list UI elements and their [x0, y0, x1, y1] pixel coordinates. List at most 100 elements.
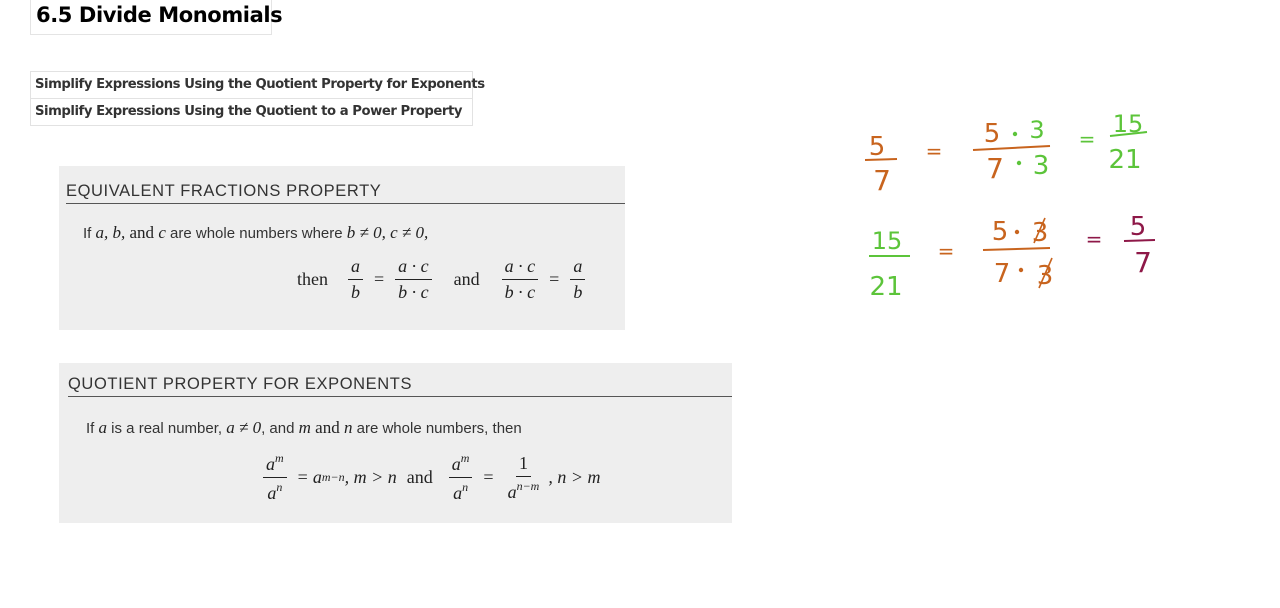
page-title-box: 6.5 Divide Monomials — [30, 0, 283, 35]
hw-equals: = — [926, 139, 943, 163]
fraction-am-over-an-2: am an — [448, 451, 473, 504]
text-then: then — [297, 269, 328, 289]
equivalent-fractions-box: EQUIVALENT FRACTIONS PROPERTY If a, b, a… — [59, 166, 625, 330]
condition-m-gt-n: , m > n — [344, 467, 397, 487]
hw-5: 5 — [984, 119, 1001, 149]
exponent: m — [275, 451, 284, 465]
quotient-property-formula: am an = a m−n , m > n and am an = 1 an−m … — [257, 451, 601, 504]
hw-3: 3 — [1032, 218, 1049, 248]
fraction-1-over-a-n-minus-m: 1 an−m — [505, 453, 543, 503]
base: a — [451, 454, 461, 474]
equivalent-fractions-condition: If a, b, and c are whole numbers where b… — [83, 223, 428, 243]
text-mid1: is a real number, — [107, 420, 227, 437]
fraction-a-over-b-2: ab — [570, 256, 586, 303]
equals-sign: = — [549, 269, 560, 289]
numerator: am — [448, 451, 473, 478]
hw-5: 5 — [992, 217, 1009, 247]
text-tail: are whole numbers, then — [352, 420, 522, 437]
hw-7: 7 — [994, 259, 1011, 289]
hw-dot — [1016, 160, 1022, 166]
numerator: am — [263, 451, 287, 478]
section-links: Simplify Expressions Using the Quotient … — [30, 71, 485, 126]
page-title: 6.5 Divide Monomials — [36, 3, 283, 27]
text-and: and — [406, 467, 433, 487]
link-quotient-to-power[interactable]: Simplify Expressions Using the Quotient … — [31, 98, 472, 125]
hw-5: 5 — [1130, 212, 1147, 242]
hw-dot — [1014, 229, 1020, 235]
hw-equals: = — [1086, 227, 1103, 251]
equivalent-fractions-heading: EQUIVALENT FRACTIONS PROPERTY — [66, 182, 625, 204]
fraction-ac-over-bc: a · cb · c — [395, 256, 432, 303]
text-if: If — [83, 225, 96, 242]
exponent: n — [276, 480, 283, 494]
math-and: and — [125, 223, 159, 242]
numerator: a — [570, 256, 586, 280]
quotient-property-heading: QUOTIENT PROPERTY FOR EXPONENTS — [68, 375, 732, 397]
math-condition: a ≠ 0 — [226, 418, 262, 437]
math-and: and — [310, 418, 344, 437]
math-c: c — [158, 223, 166, 242]
math-condition: b ≠ 0, c ≠ 0, — [346, 223, 429, 242]
fraction-a-over-b: ab — [348, 256, 363, 303]
fraction-am-over-an: am an — [263, 451, 287, 504]
denominator: an — [450, 478, 471, 504]
denominator: b — [351, 282, 360, 302]
equals-sign: = — [483, 467, 494, 487]
hw-dot — [1018, 267, 1024, 273]
hw-5: 5 — [869, 132, 886, 162]
denominator: b — [573, 282, 583, 302]
handwritten-line-1: 5 7 = 5 3 7 3 = 15 21 — [864, 110, 1148, 197]
denominator: an−m — [505, 477, 543, 503]
hw-fraction-bar — [1109, 131, 1148, 137]
hw-15: 15 — [1113, 110, 1144, 138]
text-mid: are whole numbers where — [165, 225, 347, 242]
hw-dot — [1012, 131, 1018, 137]
base: a — [266, 454, 275, 474]
hw-21: 21 — [1108, 145, 1141, 175]
math-m: m — [298, 418, 311, 437]
hw-7: 7 — [1134, 246, 1152, 279]
numerator: a · c — [501, 256, 539, 280]
text-mid2: , and — [261, 420, 299, 437]
base: a — [267, 483, 277, 503]
hw-3: 3 — [1037, 261, 1054, 291]
hw-fraction-bar — [864, 158, 898, 161]
base: a — [453, 483, 463, 503]
hw-cancel-stroke — [1033, 217, 1046, 244]
hw-3: 3 — [1029, 116, 1044, 144]
exponent: m — [460, 451, 470, 465]
numerator: a · c — [395, 256, 432, 280]
base: a — [312, 467, 322, 487]
hw-equals: = — [938, 239, 955, 263]
hw-21: 21 — [869, 272, 902, 302]
denominator: an — [264, 478, 285, 504]
base: a — [507, 481, 517, 502]
hw-7: 7 — [873, 164, 891, 197]
quotient-property-box: QUOTIENT PROPERTY FOR EXPONENTS If a is … — [59, 363, 732, 523]
exponent: n−m — [516, 478, 540, 493]
condition-n-gt-m: , n > m — [548, 467, 601, 487]
denominator: b · c — [504, 282, 536, 302]
equivalent-fractions-formula: then ab = a · cb · c and a · cb · c = ab — [297, 256, 591, 303]
handwritten-line-2: 15 21 = 5 3 7 3 = 5 7 — [869, 212, 1156, 302]
exponent: n — [462, 480, 469, 494]
hw-15: 15 — [872, 227, 903, 255]
hw-equals: = — [1079, 127, 1096, 151]
hw-fraction-bar — [972, 145, 1051, 151]
quotient-property-condition: If a is a real number, a ≠ 0, and m and … — [86, 418, 522, 438]
text-if: If — [86, 420, 99, 437]
text-and: and — [453, 269, 480, 289]
hw-cancel-stroke — [1038, 257, 1053, 289]
equals-sign: = — [297, 467, 308, 487]
hw-7: 7 — [986, 152, 1004, 185]
fraction-ac-over-bc-2: a · cb · c — [501, 256, 539, 303]
denominator: b · c — [398, 282, 429, 302]
exponent-m-minus-n: m−n — [321, 470, 345, 484]
numerator: a — [348, 256, 363, 280]
hw-3: 3 — [1033, 151, 1050, 181]
hw-fraction-bar — [982, 247, 1051, 251]
numerator: 1 — [515, 453, 531, 477]
hw-fraction-bar — [1123, 239, 1156, 242]
equals-sign: = — [374, 269, 385, 289]
link-quotient-property[interactable]: Simplify Expressions Using the Quotient … — [31, 72, 485, 98]
